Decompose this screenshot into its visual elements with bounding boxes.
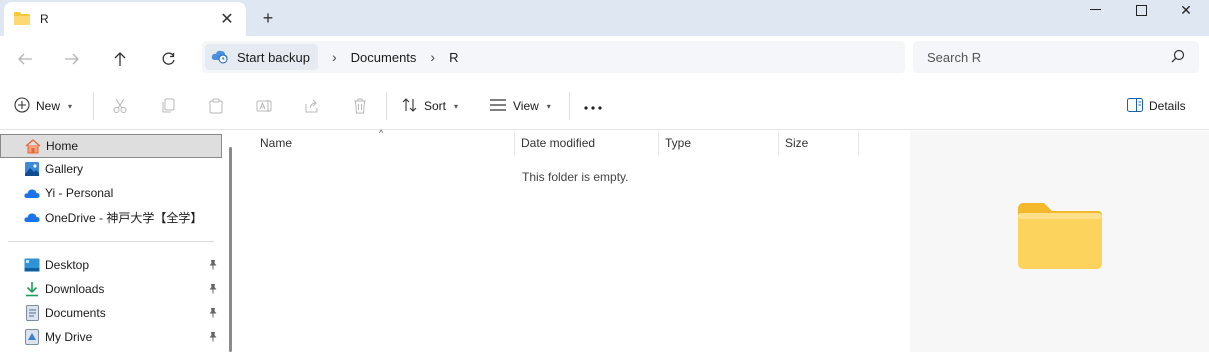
more-icon	[584, 99, 602, 113]
sidebar-item-my-drive[interactable]: My Drive	[0, 325, 222, 349]
details-pane-icon	[1127, 97, 1143, 115]
sidebar-scrollbar[interactable]	[229, 147, 232, 352]
trash-icon	[348, 94, 372, 118]
sidebar-item-label: Home	[46, 139, 79, 153]
empty-folder-message: This folder is empty.	[522, 170, 629, 184]
new-tab-button[interactable]: +	[258, 8, 278, 28]
search-input[interactable]: Search R	[927, 50, 981, 65]
share-button[interactable]	[300, 94, 324, 118]
sidebar-item-documents[interactable]: Documents	[0, 301, 222, 325]
title-bar: R ✕ + ✕	[0, 0, 1209, 36]
sidebar-item-yi-personal[interactable]: Yi - Personal	[0, 181, 222, 205]
pin-icon[interactable]	[208, 283, 218, 297]
chevron-down-icon: ▾	[454, 101, 459, 111]
command-bar: New ▾ Sort ▾ View ▾ Details	[0, 82, 1209, 130]
plus-circle-icon	[14, 96, 30, 116]
close-window-button[interactable]: ✕	[1163, 0, 1209, 20]
new-button[interactable]: New ▾	[14, 94, 72, 118]
pin-icon[interactable]	[208, 259, 218, 273]
folder-icon	[14, 11, 30, 28]
back-button[interactable]	[10, 45, 40, 73]
sidebar-item-desktop[interactable]: Desktop	[0, 253, 222, 277]
sidebar-divider	[8, 241, 214, 242]
column-header-type[interactable]: Type	[659, 131, 779, 155]
home-icon	[25, 138, 41, 154]
new-label: New	[36, 99, 61, 113]
search-icon[interactable]	[1171, 49, 1185, 66]
pin-icon[interactable]	[208, 331, 218, 345]
search-box[interactable]: Search R	[913, 41, 1199, 73]
details-pane	[910, 131, 1209, 352]
gallery-icon	[24, 161, 40, 177]
drive-icon	[24, 329, 40, 345]
cut-button[interactable]	[108, 94, 132, 118]
close-tab-icon[interactable]: ✕	[218, 10, 236, 28]
chevron-down-icon: ▾	[68, 101, 73, 111]
divider	[569, 92, 570, 120]
chevron-right-icon[interactable]: ›	[332, 49, 337, 65]
scissors-icon	[108, 94, 132, 118]
address-bar[interactable]: Start backup › Documents › R	[202, 41, 905, 73]
sidebar-item-label: Yi - Personal	[45, 186, 114, 200]
copy-icon	[156, 94, 180, 118]
delete-button[interactable]	[348, 94, 372, 118]
sidebar-item-label: OneDrive - 神戸大学【全学】	[45, 210, 203, 225]
breadcrumb-start-backup[interactable]: Start backup	[205, 44, 318, 70]
view-label: View	[513, 99, 539, 113]
divider	[386, 92, 387, 120]
sidebar-item-home[interactable]: Home	[0, 134, 222, 158]
tab-title: R	[40, 12, 49, 26]
minimize-button[interactable]	[1072, 0, 1118, 20]
rename-icon	[252, 94, 276, 118]
breadcrumb-r[interactable]: R	[449, 50, 458, 65]
divider	[93, 92, 94, 120]
navigation-bar: Start backup › Documents › R Search R	[0, 36, 1209, 82]
backup-cloud-icon	[211, 48, 229, 67]
folder-preview-icon	[1016, 201, 1104, 274]
breadcrumb-label: Start backup	[237, 49, 310, 65]
up-button[interactable]	[105, 45, 135, 73]
sidebar-item-label: My Drive	[45, 330, 93, 344]
sidebar-item-label: Desktop	[45, 258, 90, 272]
more-options-button[interactable]	[584, 94, 602, 118]
copy-button[interactable]	[156, 94, 180, 118]
sidebar-item-gallery[interactable]: Gallery	[0, 157, 222, 181]
download-icon	[24, 281, 40, 297]
sidebar-item-label: Gallery	[45, 162, 84, 176]
sidebar-item-onedrive-kobe[interactable]: OneDrive - 神戸大学【全学】	[0, 205, 222, 229]
sort-label: Sort	[424, 99, 447, 113]
column-header-name[interactable]: Name	[254, 131, 515, 155]
forward-button[interactable]	[57, 45, 87, 73]
sort-button[interactable]: Sort ▾	[402, 94, 458, 118]
details-button[interactable]: Details	[1127, 94, 1186, 118]
sidebar-item-downloads[interactable]: Downloads	[0, 277, 222, 301]
view-button[interactable]: View ▾	[489, 94, 551, 118]
sort-icon	[402, 97, 418, 116]
navigation-pane: Home Gallery Yi - Personal OneDrive - 神戸…	[0, 131, 232, 352]
breadcrumb-documents[interactable]: Documents	[351, 50, 417, 65]
rename-button[interactable]	[252, 94, 276, 118]
onedrive-icon	[24, 185, 40, 201]
clipboard-icon	[204, 94, 228, 118]
chevron-right-icon[interactable]: ›	[430, 49, 435, 65]
sidebar-item-label: Downloads	[45, 282, 105, 296]
sidebar-item-label: Documents	[45, 306, 106, 320]
desktop-icon	[24, 257, 40, 273]
onedrive-icon	[24, 209, 40, 225]
refresh-button[interactable]	[153, 45, 183, 73]
column-header-date-modified[interactable]: Date modified	[515, 131, 659, 155]
documents-icon	[24, 305, 40, 321]
paste-button[interactable]	[204, 94, 228, 118]
tab-current[interactable]: R ✕	[4, 2, 246, 36]
chevron-down-icon: ▾	[546, 101, 551, 111]
file-list: ^ Name Date modified Type Size This fold…	[242, 128, 910, 352]
details-label: Details	[1149, 99, 1186, 113]
view-list-icon	[489, 98, 507, 115]
maximize-button[interactable]	[1118, 0, 1164, 20]
pin-icon[interactable]	[208, 307, 218, 321]
share-icon	[300, 94, 324, 118]
column-header-size[interactable]: Size	[779, 131, 859, 155]
